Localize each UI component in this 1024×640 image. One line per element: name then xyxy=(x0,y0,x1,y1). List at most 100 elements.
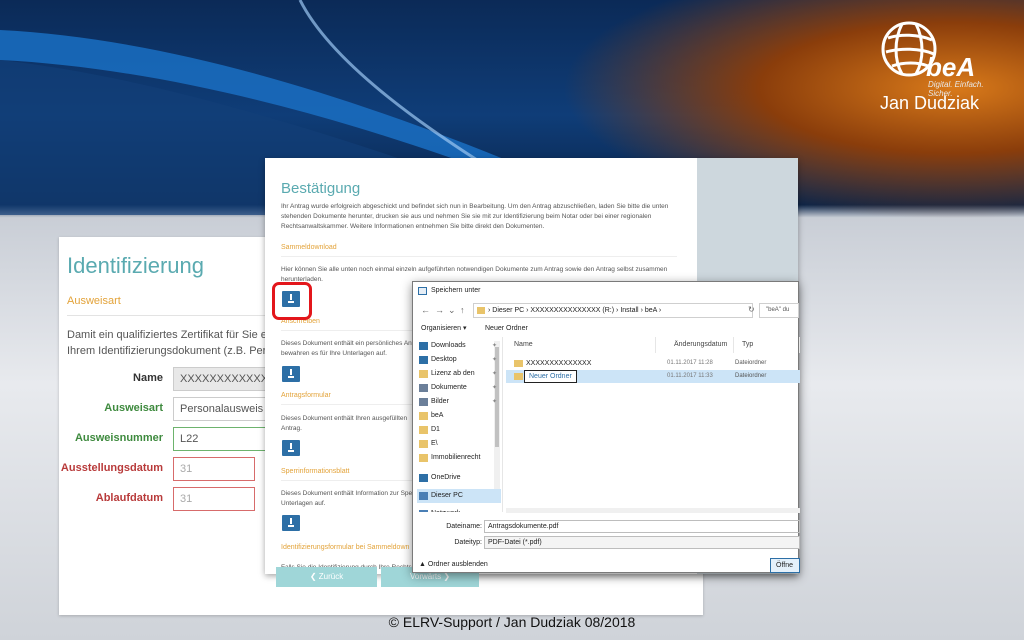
address-bar: ← → ⌄ ↑ › Dieser PC › XXXXXXXXXXXXXXX (R… xyxy=(413,301,800,321)
intro-line: Ihr Antrag wurde erfolgreich abgeschickt… xyxy=(281,203,669,210)
pin-icon: ✦ xyxy=(491,385,497,391)
bea-logo-text: beA xyxy=(926,52,976,82)
intro-line: Ihrem Identifizierungsdokument (z.B. Per… xyxy=(67,345,267,357)
tree-item-label: beA xyxy=(431,412,444,419)
text-line: Dieses Dokument enthält ein persönliches… xyxy=(281,340,416,347)
new-folder-button[interactable]: Neuer Ordner xyxy=(485,321,528,337)
breadcrumb-segment[interactable]: XXXXXXXXXXXXXXX xyxy=(530,307,600,314)
folder-icon xyxy=(419,356,428,364)
folder-icon xyxy=(419,454,428,462)
ausweisart-label: Ausweisart xyxy=(104,402,163,414)
name-label: Name xyxy=(133,372,163,384)
tree-item-label: Desktop xyxy=(431,356,457,363)
ausweisnummer-label: Ausweisnummer xyxy=(74,432,163,444)
refresh-icon[interactable]: ↻ xyxy=(748,305,755,314)
intro-line: Damit ein qualifiziertes Zertifikat für … xyxy=(67,329,267,341)
tree-item-label: Netzwerk xyxy=(431,510,460,512)
text-line: bewahren es für Ihre Unterlagen auf. xyxy=(281,350,387,357)
folder-icon xyxy=(514,373,523,380)
chevron-down-icon[interactable]: ⌄ xyxy=(448,305,456,316)
tree-item[interactable]: Dokumente ✦ xyxy=(417,381,501,395)
ablaufdatum-label: Ablaufdatum xyxy=(95,492,163,504)
tree-item[interactable]: Immobilienrecht xyxy=(417,451,501,465)
anschreiben-download-button[interactable] xyxy=(282,366,300,382)
folder-icon xyxy=(419,440,428,448)
tree-item[interactable]: Dieser PC xyxy=(417,489,501,503)
text-line: Dieses Dokument enthält Ihren ausgefüllt… xyxy=(281,415,408,422)
ausweisart-select[interactable]: Personalausweis e xyxy=(173,397,269,421)
rename-input[interactable]: Neuer Ordner xyxy=(524,370,577,383)
divider xyxy=(281,256,677,257)
tree-item[interactable]: beA xyxy=(417,409,501,423)
column-header-type[interactable]: Typ xyxy=(734,337,800,353)
tree-item[interactable]: Downloads ✦ xyxy=(417,339,501,353)
ausstellungsdatum-day-input[interactable]: 31 xyxy=(173,457,255,481)
file-row[interactable]: XXXXXXXXXXXXXX 01.11.2017 11:28 Dateiord… xyxy=(506,357,800,370)
ausweisnummer-input[interactable]: L22 xyxy=(173,427,269,451)
column-header-date[interactable]: Änderungsdatum xyxy=(666,337,734,353)
pin-icon: ✦ xyxy=(491,357,497,363)
name-field[interactable]: XXXXXXXXXXXXXXX xyxy=(173,367,269,391)
tree-item-label: D1 xyxy=(431,426,440,433)
antragsformular-download-button[interactable] xyxy=(282,440,300,456)
bea-logo: beA Digital. Einfach. Sicher. Jan Dudzia… xyxy=(880,20,1010,115)
tree-item[interactable]: D1 xyxy=(417,423,501,437)
column-header-name[interactable]: Name xyxy=(506,337,656,353)
horizontal-scrollbar[interactable] xyxy=(506,508,800,513)
text-line: Hier können Sie alle unten noch einmal e… xyxy=(281,266,668,273)
filename-input[interactable]: Antragsdokumente.pdf xyxy=(484,520,800,533)
tree-item[interactable]: Bilder ✦ xyxy=(417,395,501,409)
breadcrumb-segment[interactable]: (R:) xyxy=(602,307,614,314)
tree-item-label: OneDrive xyxy=(431,474,461,481)
ablaufdatum-day-input[interactable]: 31 xyxy=(173,487,255,511)
pin-icon: ✦ xyxy=(491,371,497,377)
text-line: Dieses Dokument enthält Information zur … xyxy=(281,490,413,497)
file-date: 01.11.2017 11:28 xyxy=(667,360,713,366)
folder-icon xyxy=(419,412,428,420)
file-type: Dateiordner xyxy=(735,373,767,379)
file-date: 01.11.2017 11:33 xyxy=(667,373,713,379)
back-arrow-icon[interactable]: ← xyxy=(421,305,430,315)
pin-icon: ✦ xyxy=(491,399,497,405)
folder-icon xyxy=(419,370,428,378)
file-row-selected[interactable]: Neuer Ordner 01.11.2017 11:33 Dateiordne… xyxy=(506,370,800,383)
search-input[interactable]: "beA" du xyxy=(759,303,799,318)
organize-button[interactable]: Organisieren ▾ xyxy=(421,321,467,337)
file-name: XXXXXXXXXXXXXX xyxy=(526,360,592,367)
identifizierung-title: Identifizierung xyxy=(67,253,204,278)
tree-item[interactable]: Netzwerk xyxy=(417,507,501,512)
tree-item[interactable]: Lizenz ab den ✦ xyxy=(417,367,501,381)
dialog-window-icon xyxy=(418,287,427,295)
path-breadcrumb[interactable]: › Dieser PC › XXXXXXXXXXXXXXX (R:) › Ins… xyxy=(473,303,753,318)
tree-item[interactable]: E\ xyxy=(417,437,501,451)
intro-line: Rechtsanwaltskammer. Weitere Information… xyxy=(281,223,545,230)
breadcrumb-segment[interactable]: Dieser PC xyxy=(492,307,524,314)
name-row: Name XXXXXXXXXXXXXXX xyxy=(59,367,269,391)
identifizierungsformular-title: Identifizierungsformular bei Sammeldown xyxy=(281,544,410,551)
hide-folders-toggle[interactable]: ▲ Ordner ausblenden xyxy=(419,561,488,568)
folder-icon xyxy=(477,307,485,314)
sperrinformationsblatt-download-button[interactable] xyxy=(282,515,300,531)
text-line: Unterlagen auf. xyxy=(281,500,326,507)
forward-arrow-icon[interactable]: → xyxy=(435,305,444,315)
back-button[interactable]: ❮ Zurück xyxy=(276,567,377,587)
filename-row: Dateiname: Antragsdokumente.pdf xyxy=(413,520,800,534)
tree-item-label: E\ xyxy=(431,440,438,447)
tree-item[interactable]: Desktop ✦ xyxy=(417,353,501,367)
breadcrumb-segment[interactable]: Install xyxy=(620,307,638,314)
filetype-select[interactable]: PDF-Datei (*.pdf) xyxy=(484,536,800,549)
tree-item[interactable]: OneDrive xyxy=(417,471,501,485)
breadcrumb-segment[interactable]: beA xyxy=(645,307,657,314)
antragsformular-title: Antragsformular xyxy=(281,392,331,399)
folder-icon xyxy=(419,474,428,482)
sammeldownload-title: Sammeldownload xyxy=(281,244,337,251)
tree-item-label: Immobilienrecht xyxy=(431,454,481,461)
folder-icon xyxy=(514,360,523,367)
ausstellungsdatum-row: Ausstellungsdatum 31 xyxy=(59,457,269,481)
folder-icon xyxy=(419,342,428,350)
up-arrow-icon[interactable]: ↑ xyxy=(460,305,465,315)
dialog-toolbar: Organisieren ▾ Neuer Ordner xyxy=(413,321,800,337)
open-button[interactable]: Öffne xyxy=(770,558,800,573)
file-type: Dateiordner xyxy=(735,360,767,366)
anschreiben-text: Dieses Dokument enthält ein persönliches… xyxy=(281,339,421,359)
